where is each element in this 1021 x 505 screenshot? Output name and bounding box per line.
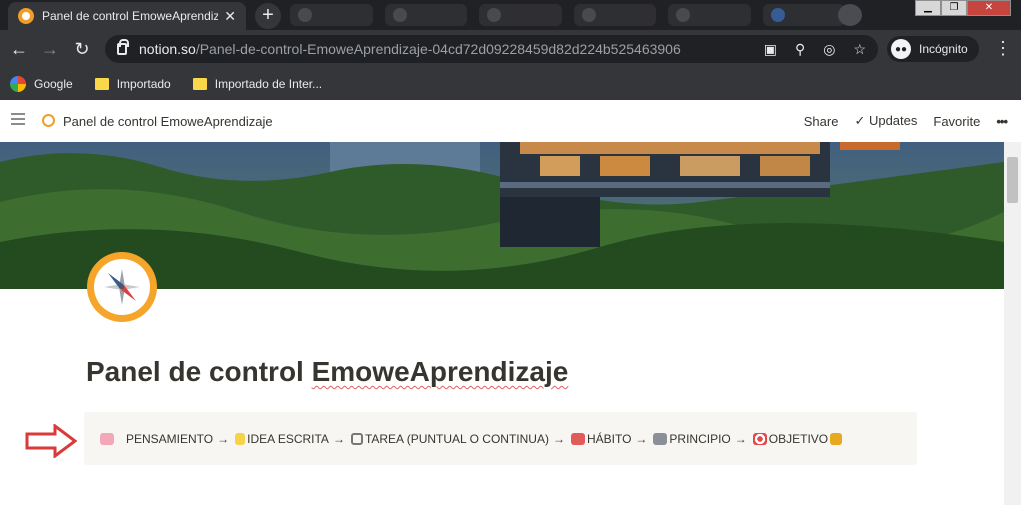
new-tab-button[interactable]: +	[255, 3, 281, 29]
url-path: /Panel-de-control-EmoweAprendizaje-04cd7…	[195, 41, 681, 57]
tab-favicon-icon	[392, 8, 407, 22]
lightbulb-icon	[235, 432, 246, 445]
back-arrow-icon[interactable]: ←	[9, 39, 29, 59]
background-tab[interactable]	[668, 4, 751, 26]
reload-icon[interactable]: ↻	[72, 39, 92, 59]
scrollbar-thumb[interactable]	[1007, 157, 1018, 203]
close-window-icon[interactable]: ✕	[967, 0, 1011, 16]
bookmark-google[interactable]: Google	[10, 76, 73, 92]
folder-icon	[94, 78, 109, 90]
brain-icon	[100, 432, 114, 445]
background-tab[interactable]	[573, 4, 656, 26]
background-tab[interactable]	[762, 4, 845, 26]
stopwatch-icon	[350, 432, 363, 445]
red-arrow-icon	[25, 424, 77, 458]
browser-toolbar: ← → ↻ notion.so/Panel-de-control-EmoweAp…	[0, 30, 1021, 68]
incognito-badge[interactable]: ●● Incógnito	[887, 36, 979, 62]
tab-favicon-icon	[770, 8, 785, 22]
bookmark-label: Importado de Inter...	[214, 77, 323, 91]
minimize-icon[interactable]: ▁	[915, 0, 941, 16]
target-icon	[752, 432, 767, 445]
page-title[interactable]: Panel de control EmoweAprendizaje	[86, 356, 568, 388]
callout-arrow: →	[552, 431, 565, 446]
background-tab[interactable]	[384, 4, 467, 26]
updates-button[interactable]: ✓ Updates	[854, 113, 917, 129]
trophy-icon	[830, 432, 843, 445]
compass-icon	[42, 114, 55, 127]
bookmark-label: Importado	[116, 77, 171, 91]
omnibox-actions: ▣ ⚲ ◎ ☆	[764, 41, 866, 58]
share-button[interactable]: Share	[804, 114, 839, 129]
tab-search-icon[interactable]	[838, 4, 862, 26]
background-tab[interactable]	[290, 4, 373, 26]
tab-active[interactable]: Panel de control EmoweAprendizaje ✕	[8, 2, 246, 30]
tab-favicon-icon	[676, 8, 690, 22]
topbar-actions: Share ✓ Updates Favorite •••	[804, 113, 1008, 129]
notion-favicon-icon	[18, 8, 34, 24]
page-icon[interactable]	[87, 252, 157, 322]
bookmark-importado[interactable]: Importado	[94, 77, 171, 91]
callout-pensamiento: PENSAMIENTO	[126, 431, 214, 446]
callout-block[interactable]: PENSAMIENTO → IDEA ESCRITA → TAREA (PUNT…	[84, 412, 917, 465]
check-icon: ✓	[854, 113, 869, 128]
classical-building-icon	[653, 432, 668, 445]
callout-tarea: TAREA (PUNTUAL O CONTINUA)	[364, 431, 549, 446]
calendar-icon	[570, 432, 585, 445]
forward-arrow-icon[interactable]: →	[40, 39, 60, 59]
tab-strip: Panel de control EmoweAprendizaje ✕ + ▁ …	[0, 0, 1021, 30]
compass-needle-icon	[102, 267, 142, 307]
google-icon	[10, 76, 26, 92]
sidebar-toggle-icon[interactable]	[11, 113, 25, 125]
incognito-label: Incógnito	[919, 42, 968, 56]
star-icon[interactable]: ☆	[853, 41, 866, 58]
maximize-icon[interactable]: ❐	[941, 0, 967, 16]
zoom-icon[interactable]: ⚲	[795, 41, 805, 58]
callout-arrow: →	[217, 431, 230, 446]
bookmark-importado-inter[interactable]: Importado de Inter...	[192, 77, 323, 91]
tab-favicon-icon	[581, 8, 596, 22]
background-tabs	[290, 4, 845, 26]
tab-favicon-icon	[487, 8, 501, 22]
window-controls: ▁ ❐ ✕	[915, 0, 1013, 16]
tab-title: Panel de control EmoweAprendizaje	[42, 9, 219, 23]
close-tab-icon[interactable]: ✕	[224, 8, 236, 25]
callout-arrow: →	[734, 431, 747, 446]
updates-label: Updates	[868, 113, 918, 128]
incognito-icon: ●●	[891, 39, 911, 59]
breadcrumb[interactable]: Panel de control EmoweAprendizaje	[63, 114, 273, 129]
title-misspelled-word: EmoweAprendizaje	[311, 356, 569, 387]
tab-favicon-icon	[298, 8, 312, 22]
background-tab[interactable]	[479, 4, 562, 26]
eye-off-icon[interactable]: ◎	[823, 41, 835, 58]
translate-icon[interactable]: ▣	[764, 41, 777, 58]
notion-topbar: Panel de control EmoweAprendizaje Share …	[0, 100, 1021, 142]
callout-arrow: →	[635, 431, 648, 446]
more-options-icon[interactable]: •••	[996, 114, 1008, 129]
callout-habito: HÁBITO	[586, 431, 632, 446]
bookmarks-bar: Google Importado Importado de Inter...	[0, 68, 1021, 100]
compass-icon	[94, 259, 150, 315]
address-bar[interactable]: notion.so/Panel-de-control-EmoweAprendiz…	[105, 35, 878, 63]
bookmark-label: Google	[34, 77, 73, 91]
lock-icon[interactable]	[117, 39, 129, 55]
chrome-menu-icon[interactable]: ⋮	[994, 38, 1012, 59]
title-prefix: Panel de control	[86, 356, 312, 387]
callout-arrow: →	[332, 431, 345, 446]
callout-idea: IDEA ESCRITA	[247, 431, 329, 446]
callout-principio: PRINCIPIO	[669, 431, 731, 446]
folder-icon	[192, 78, 207, 90]
callout-objetivo: OBJETIVO	[768, 431, 829, 446]
favorite-button[interactable]: Favorite	[933, 114, 980, 129]
url-host: notion.so	[139, 41, 196, 57]
